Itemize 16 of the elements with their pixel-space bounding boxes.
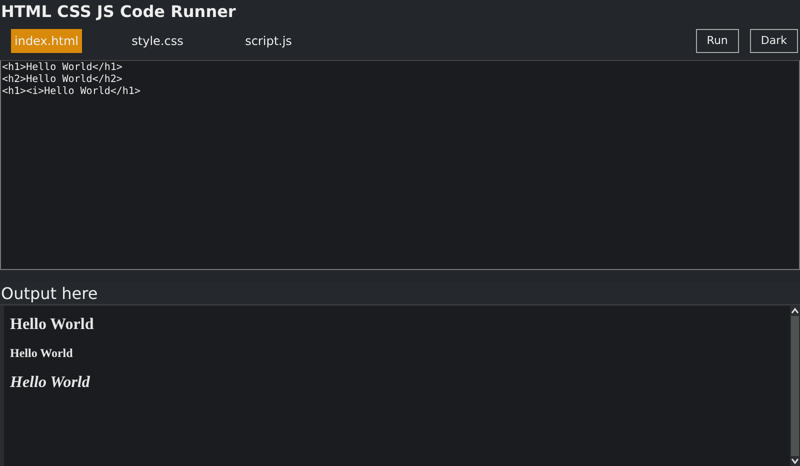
file-tab[interactable]: script.js: [233, 28, 304, 52]
output-heading-large: Hello World: [10, 374, 90, 392]
code-editor[interactable]: <h1>Hello World</h1> <h2>Hello World</h2> <h1><i>Hello World</h1>: [0, 60, 800, 270]
file-tab[interactable]: style.css: [122, 28, 193, 52]
code-line: <h2>Hello World</h2>: [2, 74, 122, 86]
output-heading: Output here: [0, 284, 98, 302]
output-heading-small: Hello World: [10, 346, 73, 361]
output-heading-large: Hello World: [10, 316, 94, 334]
scroll-down-icon[interactable]: [790, 456, 800, 466]
theme-button[interactable]: Dark: [750, 28, 798, 52]
code-line: <h1>Hello World</h1>: [2, 62, 122, 74]
scrollbar[interactable]: [790, 306, 800, 466]
app-title: HTML CSS JS Code Runner: [0, 1, 236, 23]
scroll-up-icon[interactable]: [790, 306, 800, 316]
code-line: <h1><i>Hello World</h1>: [2, 86, 140, 98]
run-button[interactable]: Run: [696, 28, 739, 52]
